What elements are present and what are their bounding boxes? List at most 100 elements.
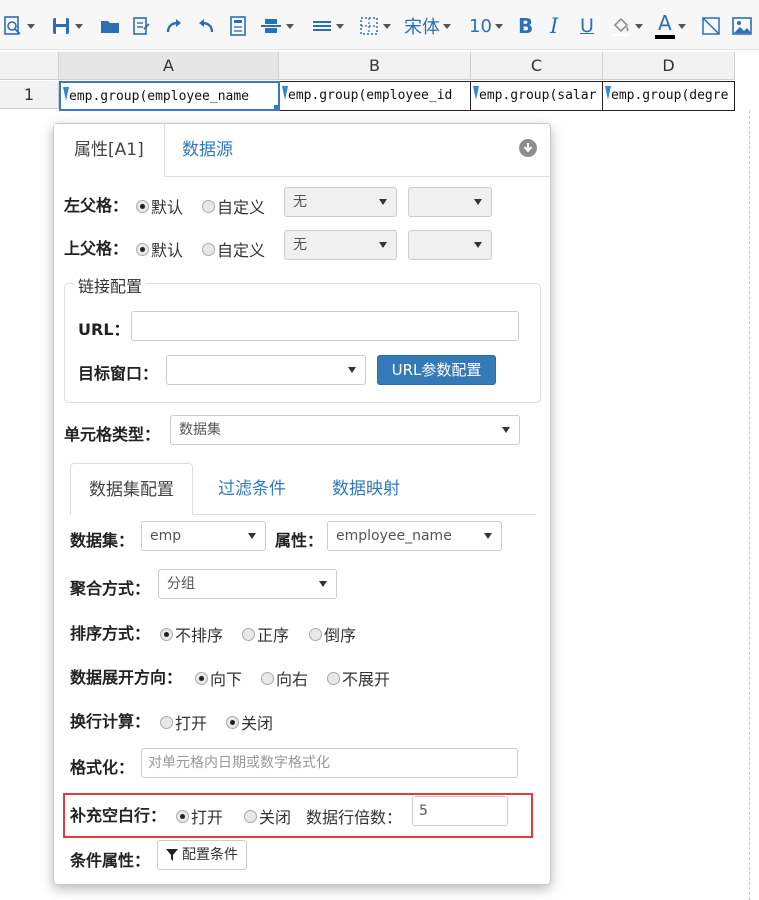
fill-color-button[interactable]: [610, 12, 643, 40]
left-parent-default-radio[interactable]: 默认: [136, 194, 183, 218]
line-style-button[interactable]: [311, 12, 344, 40]
top-parent-default-radio[interactable]: 默认: [136, 237, 183, 261]
format-input[interactable]: 对单元格内日期或数字格式化: [141, 748, 518, 778]
calculator-button[interactable]: [227, 12, 249, 40]
align-button[interactable]: [259, 12, 294, 40]
config-condition-button[interactable]: 配置条件: [157, 840, 247, 870]
url-input[interactable]: [131, 311, 519, 341]
slash-border-button[interactable]: [700, 12, 722, 40]
target-window-select[interactable]: [166, 355, 366, 385]
top-parent-select-2[interactable]: [408, 230, 492, 260]
underline-button[interactable]: U: [580, 12, 594, 40]
radio-label: 自定义: [217, 198, 266, 217]
attribute-select[interactable]: employee_name: [327, 521, 502, 551]
collapse-panel-button[interactable]: [519, 139, 537, 157]
config-condition-label: 配置条件: [182, 847, 238, 863]
sort-asc-radio[interactable]: 正序: [242, 622, 289, 646]
preview-button[interactable]: [2, 12, 35, 40]
url-label: URL：: [78, 320, 130, 339]
italic-button[interactable]: I: [550, 12, 558, 40]
cell-b1[interactable]: emp.group(employee_id: [280, 81, 471, 111]
radio-dot: [244, 809, 257, 823]
chevron-down-icon: [474, 242, 482, 248]
save-icon: [53, 18, 69, 34]
font-size-select[interactable]: 10: [469, 12, 503, 40]
row-header-1[interactable]: 1: [0, 81, 59, 109]
radio-dot: [327, 671, 340, 685]
top-parent-custom-radio[interactable]: 自定义: [202, 237, 265, 261]
expand-right-radio[interactable]: 向右: [261, 666, 308, 690]
sort-none-radio[interactable]: 不排序: [160, 622, 223, 646]
chevron-down-icon: [319, 581, 327, 587]
font-family-label: 宋体: [404, 17, 440, 38]
lines-icon: [313, 21, 331, 31]
chevron-down-icon: [484, 533, 492, 539]
border-icon: [360, 17, 378, 35]
chevron-down-icon: [248, 533, 256, 539]
column-header-c[interactable]: C: [471, 52, 603, 80]
cell-a1-text: emp.group(employee_name: [69, 89, 250, 104]
cell-d1[interactable]: emp.group(degre: [603, 81, 735, 111]
data-row-multiple-input[interactable]: 5: [412, 796, 508, 826]
dataset-select[interactable]: emp: [141, 521, 266, 551]
column-header-d[interactable]: D: [603, 52, 735, 80]
save-button[interactable]: [50, 12, 83, 40]
chevron-down-icon: [494, 23, 503, 29]
tab-properties[interactable]: 属性[A1]: [54, 124, 165, 177]
chevron-down-icon: [474, 199, 482, 205]
tab-data-mapping[interactable]: 数据映射: [314, 463, 418, 515]
radio-dot: [202, 242, 215, 256]
wrap-calc-on-radio[interactable]: 打开: [160, 710, 207, 734]
paint-bucket-icon: [613, 17, 629, 36]
export-icon: [133, 17, 150, 35]
expand-down-radio[interactable]: 向下: [195, 666, 242, 690]
column-header-a[interactable]: A: [59, 52, 279, 80]
url-param-config-button[interactable]: URL参数配置: [377, 355, 496, 385]
fill-blank-on-radio[interactable]: 打开: [176, 804, 223, 828]
chevron-down-icon: [379, 242, 387, 248]
dataset-subtabs: 数据集配置 过滤条件 数据映射: [70, 463, 536, 515]
redo-icon: [166, 19, 181, 33]
open-button[interactable]: [99, 12, 121, 40]
expand-none-radio[interactable]: 不展开: [327, 666, 390, 690]
undo-button[interactable]: [195, 12, 217, 40]
font-family-select[interactable]: 宋体: [404, 12, 451, 40]
underline-icon: U: [580, 15, 594, 37]
border-button[interactable]: [358, 12, 391, 40]
cell-a1[interactable]: emp.group(employee_name: [59, 81, 280, 111]
cell-type-select[interactable]: 数据集: [170, 415, 520, 445]
bold-button[interactable]: B: [518, 12, 533, 40]
data-row-multiple-label: 数据行倍数：: [306, 808, 403, 827]
attribute-label: 属性：: [275, 531, 324, 550]
panel-tabs: 属性[A1] 数据源: [54, 124, 550, 177]
sort-desc-radio[interactable]: 倒序: [309, 622, 356, 646]
radio-label: 不排序: [175, 626, 224, 645]
radio-label: 默认: [151, 198, 184, 217]
font-color-button[interactable]: A: [655, 12, 686, 40]
select-value: emp: [150, 528, 182, 544]
redo-button[interactable]: [163, 12, 185, 40]
fill-blank-off-radio[interactable]: 关闭: [244, 804, 291, 828]
export-button[interactable]: [131, 12, 153, 40]
cell-c1[interactable]: emp.group(salar: [471, 81, 603, 111]
target-window-label: 目标窗口：: [78, 364, 159, 383]
top-parent-select[interactable]: 无: [284, 230, 397, 260]
left-parent-select[interactable]: 无: [284, 187, 397, 217]
left-parent-label: 左父格：: [64, 196, 129, 215]
wrap-calc-off-radio[interactable]: 关闭: [226, 710, 273, 734]
corner-cell[interactable]: [0, 52, 59, 80]
tab-datasource[interactable]: 数据源: [162, 124, 253, 177]
toolbar: 宋体 10 B I U A: [0, 0, 759, 50]
column-header-b[interactable]: B: [279, 52, 471, 80]
radio-label: 关闭: [259, 808, 292, 827]
property-panel: 属性[A1] 数据源 左父格： 默认 自定义 无 上父格： 默认 自定义 无 链…: [53, 123, 551, 885]
cell-b1-text: emp.group(employee_id: [288, 88, 453, 103]
tab-dataset-config[interactable]: 数据集配置: [70, 463, 193, 515]
aggregate-select[interactable]: 分组: [158, 569, 337, 599]
sort-label: 排序方式：: [70, 624, 151, 643]
fill-blank-label: 补充空白行：: [70, 806, 167, 825]
left-parent-custom-radio[interactable]: 自定义: [202, 194, 265, 218]
tab-filter-conditions[interactable]: 过滤条件: [200, 463, 304, 515]
left-parent-select-2[interactable]: [408, 187, 492, 217]
insert-image-button[interactable]: [731, 12, 753, 40]
